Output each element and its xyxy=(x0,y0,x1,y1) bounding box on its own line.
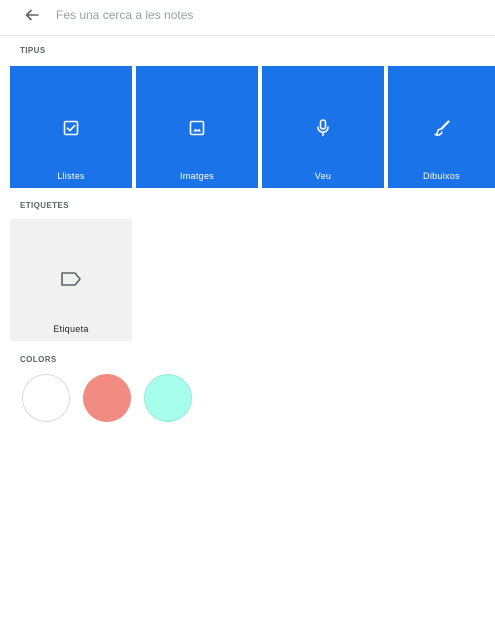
type-tile-voice[interactable]: Veu xyxy=(262,66,384,188)
section-title-types: TIPUS xyxy=(20,46,46,55)
color-swatch-teal[interactable] xyxy=(144,374,192,422)
image-icon xyxy=(187,118,207,138)
type-tile-lists[interactable]: Llistes xyxy=(10,66,132,188)
label-tile[interactable]: Etiqueta xyxy=(10,219,132,341)
back-button[interactable] xyxy=(20,4,44,26)
color-swatch-red[interactable] xyxy=(83,374,131,422)
type-tile-label: Imatges xyxy=(179,171,215,181)
arrow-back-icon xyxy=(25,9,39,21)
type-tile-images[interactable]: Imatges xyxy=(136,66,258,188)
type-tile-drawings[interactable]: Dibuixos xyxy=(388,66,495,188)
checkbox-icon xyxy=(61,118,81,138)
color-swatch-default[interactable] xyxy=(22,374,70,422)
search-bar xyxy=(0,0,495,36)
type-tile-label: Dibuixos xyxy=(423,171,460,181)
section-title-colors: COLORS xyxy=(20,355,57,364)
brush-icon xyxy=(432,118,452,138)
search-input[interactable] xyxy=(56,3,476,27)
microphone-icon xyxy=(313,118,333,138)
type-tile-label: Llistes xyxy=(57,171,85,181)
label-icon xyxy=(60,269,82,289)
label-tile-label: Etiqueta xyxy=(53,324,89,334)
type-tile-label: Veu xyxy=(314,171,332,181)
section-title-labels: ETIQUETES xyxy=(20,201,69,210)
